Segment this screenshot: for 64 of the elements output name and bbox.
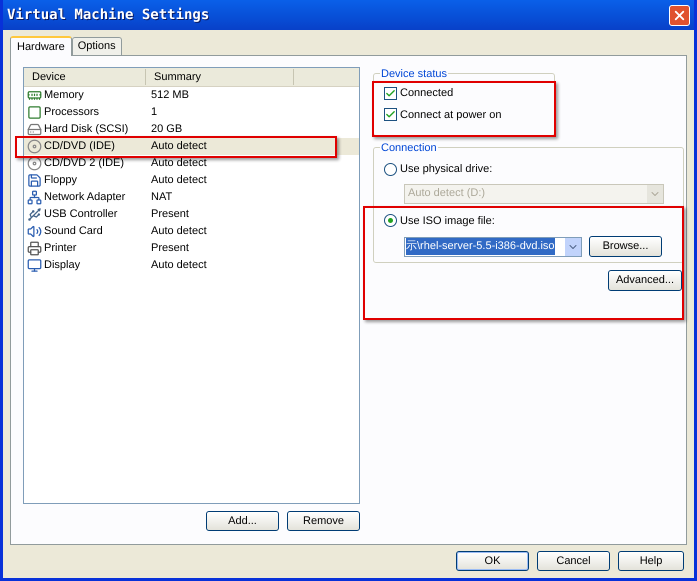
monitor-icon <box>27 258 42 273</box>
device-summary: Auto detect <box>151 258 207 274</box>
device-row[interactable]: CD/DVD 2 (IDE) Auto detect <box>24 155 359 172</box>
tab[interactable]: Hardware <box>10 36 72 56</box>
device-row[interactable]: USB Controller Present <box>24 206 359 223</box>
radio-label: Use physical drive: <box>400 162 492 177</box>
device-row[interactable]: Hard Disk (SCSI) 20 GB <box>24 121 359 138</box>
iso-path-combo[interactable]: 示\rhel-server-5.5-i386-dvd.iso <box>404 236 582 256</box>
device-name: Memory <box>44 88 85 104</box>
help-button[interactable]: Help <box>618 551 684 571</box>
radio-button[interactable] <box>384 214 397 228</box>
ok-button[interactable]: OK <box>456 551 529 571</box>
device-summary: Auto detect <box>151 173 207 188</box>
floppy-icon <box>27 173 42 188</box>
memory-icon <box>27 88 42 103</box>
browse-button[interactable]: Browse... <box>589 236 662 257</box>
device-row[interactable]: Network Adapter NAT <box>24 189 359 206</box>
disc-icon <box>27 156 42 171</box>
device-row[interactable]: Printer Present <box>24 240 359 257</box>
radio-label: Use ISO image file: <box>400 214 495 228</box>
device-summary: Auto detect <box>151 224 207 240</box>
usb-icon <box>27 207 42 222</box>
checkbox-label: Connect at power on <box>400 108 502 122</box>
device-summary: 1 <box>151 105 158 120</box>
device-name: USB Controller <box>44 207 118 222</box>
processor-icon <box>27 105 42 120</box>
speaker-icon <box>27 224 42 239</box>
device-summary: Auto detect <box>151 139 207 154</box>
device-summary: 20 GB <box>151 122 182 138</box>
device-row[interactable]: Processors 1 <box>24 104 359 121</box>
network-icon <box>27 190 42 205</box>
checkbox[interactable] <box>384 86 397 100</box>
tab[interactable]: Options <box>72 37 122 55</box>
device-summary: Present <box>151 241 189 256</box>
column-header: Summary <box>146 68 294 86</box>
device-row[interactable]: Memory 512 MB <box>24 87 359 104</box>
device-name: Network Adapter <box>44 190 126 206</box>
device-name: CD/DVD 2 (IDE) <box>44 156 126 172</box>
device-name: Display <box>44 258 82 274</box>
advanced-button[interactable]: Advanced... <box>608 270 682 291</box>
device-row[interactable]: Sound Card Auto detect <box>24 223 359 240</box>
remove-button[interactable]: Remove <box>287 511 360 531</box>
device-name: Hard Disk (SCSI) <box>44 122 130 138</box>
column-header: Device <box>24 68 146 86</box>
device-row[interactable]: Display Auto detect <box>24 257 359 274</box>
window-title: Virtual Machine Settings <box>7 6 210 24</box>
cancel-button[interactable]: Cancel <box>537 551 610 571</box>
disc-icon <box>27 139 42 154</box>
device-name: Processors <box>44 105 100 120</box>
device-summary: 512 MB <box>151 88 189 104</box>
device-row[interactable]: CD/DVD (IDE) Auto detect <box>24 138 359 155</box>
device-summary: Auto detect <box>151 156 207 172</box>
checkbox-label: Connected <box>400 86 454 101</box>
close-button[interactable] <box>669 4 690 26</box>
printer-icon <box>27 241 42 256</box>
checkbox[interactable] <box>384 108 397 122</box>
add-button[interactable]: Add... <box>206 511 279 531</box>
device-name: CD/DVD (IDE) <box>44 139 116 154</box>
device-name: Sound Card <box>44 224 104 240</box>
device-summary: NAT <box>151 190 172 206</box>
device-name: Floppy <box>44 173 78 188</box>
device-name: Printer <box>44 241 78 256</box>
device-summary: Present <box>151 207 189 222</box>
device-row[interactable]: Floppy Auto detect <box>24 172 359 189</box>
